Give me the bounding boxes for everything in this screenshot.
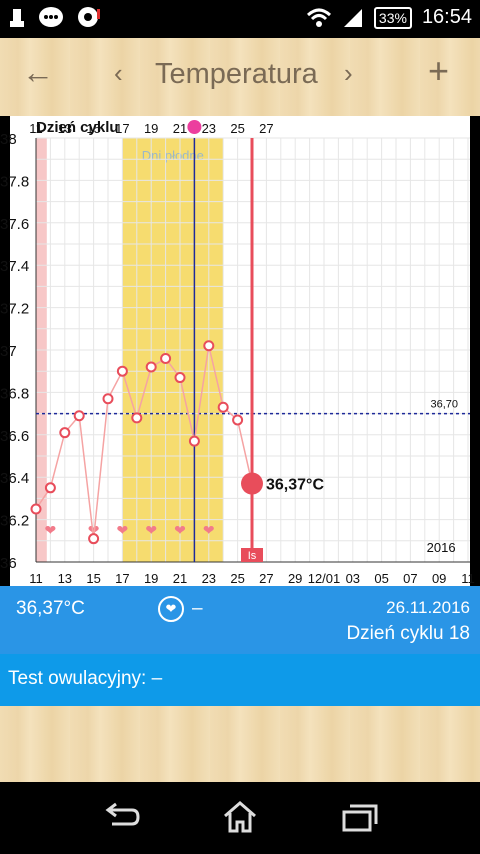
home-icon[interactable] xyxy=(222,800,258,834)
day-info-panel: 36,37°C ❤ – 26.11.2016 Dzień cyklu 18 xyxy=(0,586,480,654)
period-marker-text: Is xyxy=(248,550,257,562)
usb-icon xyxy=(10,9,24,27)
x-tick-label: 11 xyxy=(461,571,475,586)
data-point xyxy=(174,372,186,384)
data-point xyxy=(188,435,200,447)
back-arrow-icon[interactable]: ← xyxy=(22,54,54,91)
current-point xyxy=(241,472,263,495)
app-bar: ← ‹ Temperatura › + xyxy=(0,38,480,116)
notification-icons xyxy=(8,6,102,30)
x-tick-label: 13 xyxy=(58,571,72,586)
top-tick-label: 25 xyxy=(230,121,244,136)
alert-icon xyxy=(78,7,100,27)
top-tick-label: 19 xyxy=(144,121,158,136)
x-tick-label: 11 xyxy=(29,571,43,586)
current-value-label: 36,37°C xyxy=(266,477,324,494)
top-tick-label: 13 xyxy=(58,121,72,136)
add-icon[interactable]: + xyxy=(428,50,449,92)
heart-icon[interactable]: ❤ xyxy=(158,596,184,622)
back-nav-icon[interactable] xyxy=(102,800,140,834)
x-tick-label: 15 xyxy=(86,571,100,586)
chevron-right-icon[interactable]: › xyxy=(344,58,353,89)
page-title: Temperatura xyxy=(155,58,318,90)
x-tick-label: 09 xyxy=(432,571,446,586)
temperature-chart[interactable]: Dni płodne3837.837.637.437.23736.836.636… xyxy=(0,116,475,586)
recent-apps-icon[interactable] xyxy=(340,800,378,834)
top-tick-label: 23 xyxy=(202,121,216,136)
signal-icon xyxy=(343,8,362,27)
info-cycle-day: Dzień cyklu 18 xyxy=(346,623,470,644)
ovulation-test-label: Test owulacyjny: – xyxy=(8,668,163,689)
navigation-bar xyxy=(0,782,480,854)
x-tick-label: 29 xyxy=(288,571,302,586)
heart-marker: ❤ xyxy=(117,523,129,539)
info-intercourse-value: – xyxy=(192,598,203,619)
data-point xyxy=(30,503,42,515)
data-point xyxy=(131,412,143,424)
year-label: 2016 xyxy=(427,540,456,555)
data-point xyxy=(44,482,56,494)
chevron-left-icon[interactable]: ‹ xyxy=(114,58,123,89)
top-tick-label: 11 xyxy=(29,121,43,136)
data-point xyxy=(59,427,71,439)
data-point xyxy=(116,365,128,377)
data-point xyxy=(232,414,244,426)
y-tick-label: 36.2 xyxy=(0,513,29,530)
heart-marker: ❤ xyxy=(203,523,215,539)
x-tick-label: 21 xyxy=(173,571,187,586)
data-point xyxy=(160,352,172,364)
battery-indicator: 33% xyxy=(373,6,412,29)
y-tick-label: 37.6 xyxy=(0,216,29,233)
ovulation-test-row[interactable]: Test owulacyjny: – xyxy=(0,654,480,706)
top-tick-label: 21 xyxy=(173,121,187,136)
x-tick-label: 19 xyxy=(144,571,158,586)
data-point xyxy=(217,401,229,413)
heart-marker: ❤ xyxy=(145,523,157,539)
x-tick-label: 27 xyxy=(259,571,273,586)
background-panel xyxy=(0,706,480,782)
x-tick-label: 03 xyxy=(346,571,360,586)
y-tick-label: 37.8 xyxy=(0,173,29,190)
cycle-day-header: Dzień cyklu xyxy=(36,119,119,136)
ovulation-marker xyxy=(187,120,202,134)
x-tick-label: 12/01 xyxy=(308,571,341,586)
data-point xyxy=(73,410,85,422)
y-tick-label: 37.4 xyxy=(0,258,29,275)
x-tick-label: 23 xyxy=(202,571,216,586)
status-bar: 33% 16:54 xyxy=(0,0,480,38)
y-tick-label: 36.4 xyxy=(0,470,29,487)
wifi-icon xyxy=(306,8,331,27)
x-tick-label: 07 xyxy=(403,571,417,586)
coverline-label: 36,70 xyxy=(430,399,458,411)
system-icons: 33% 16:54 xyxy=(306,6,472,29)
top-tick-label: 27 xyxy=(259,121,273,136)
y-tick-label: 38 xyxy=(0,131,17,148)
chat-icon xyxy=(39,7,63,27)
heart-marker: ❤ xyxy=(45,523,57,539)
info-date: 26.11.2016 xyxy=(386,598,470,617)
top-tick-label: 15 xyxy=(86,121,100,136)
x-tick-label: 17 xyxy=(115,571,129,586)
clock: 16:54 xyxy=(421,6,472,28)
y-tick-label: 36 xyxy=(0,555,17,572)
info-temperature: 36,37°C xyxy=(16,598,85,619)
data-point xyxy=(203,340,215,352)
heart-marker: ❤ xyxy=(174,523,186,539)
data-point xyxy=(102,393,114,405)
data-point xyxy=(145,361,157,373)
data-point xyxy=(88,533,100,545)
x-tick-label: 25 xyxy=(230,571,244,586)
x-tick-label: 05 xyxy=(374,571,388,586)
top-tick-label: 17 xyxy=(115,121,129,136)
y-tick-label: 37 xyxy=(0,343,17,360)
y-tick-label: 37.2 xyxy=(0,301,29,318)
y-tick-label: 36.8 xyxy=(0,385,29,402)
y-tick-label: 36.6 xyxy=(0,428,29,445)
